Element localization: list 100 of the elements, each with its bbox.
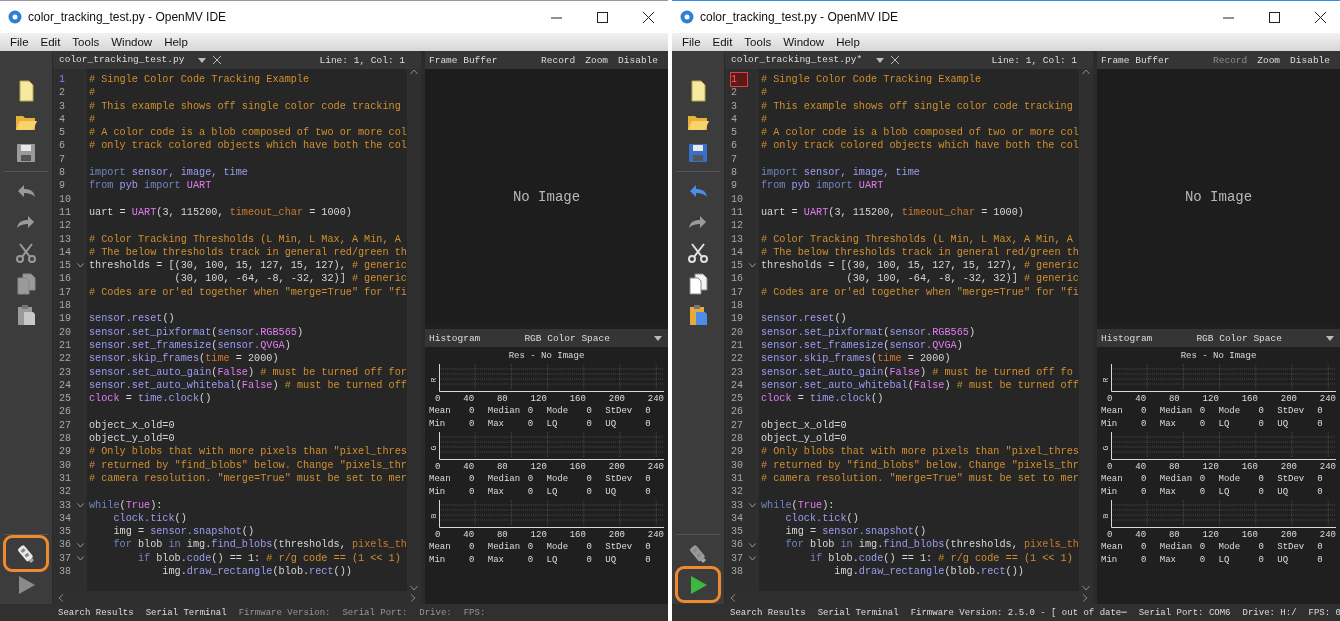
menu-item[interactable]: Edit bbox=[706, 36, 739, 48]
code-line: sensor.set_auto_gain(False) # must be turned off for bbox=[89, 366, 407, 378]
connect-button[interactable] bbox=[6, 538, 46, 569]
scroll-down-icon[interactable] bbox=[410, 585, 418, 591]
close-icon[interactable] bbox=[890, 55, 901, 65]
color-space-select[interactable]: RGB Color Space bbox=[524, 332, 610, 344]
stat-value: 0 bbox=[527, 419, 534, 429]
menu-item[interactable]: Tools bbox=[738, 36, 778, 48]
close-icon[interactable] bbox=[212, 55, 223, 65]
stat-label: Min bbox=[1101, 555, 1119, 565]
dropdown-caret-icon[interactable] bbox=[876, 57, 885, 63]
line-number: 23 bbox=[731, 365, 744, 379]
scroll-down-icon[interactable] bbox=[1082, 585, 1090, 591]
code-line: # Codes are or'ed together when "merge=True" for "fi bbox=[761, 286, 1079, 298]
cursor-position: Line: 1, Col: 1 bbox=[319, 54, 406, 66]
fold-chevron-icon[interactable] bbox=[77, 502, 84, 508]
color-space-select[interactable]: RGB Color Space bbox=[1196, 332, 1282, 344]
line-number: 14 bbox=[731, 245, 744, 260]
stat-label: Max bbox=[1159, 555, 1177, 565]
menu-item[interactable]: Window bbox=[777, 36, 831, 48]
line-number: 17 bbox=[59, 285, 72, 300]
header-action[interactable]: Zoom bbox=[585, 54, 609, 66]
stat-value: 0 bbox=[645, 406, 651, 416]
panel-title: Frame Buffer bbox=[1100, 54, 1170, 66]
header-action[interactable]: Zoom bbox=[1257, 54, 1281, 66]
dropdown-caret-icon[interactable] bbox=[198, 57, 207, 63]
axis-tick-label: 120 bbox=[1202, 461, 1219, 474]
axis-tick-label: 80 bbox=[1168, 529, 1180, 542]
stat-value: 0 bbox=[586, 555, 592, 565]
code-line: img = sensor.snapshot() bbox=[112, 526, 255, 538]
status-item[interactable]: Serial Terminal bbox=[145, 607, 227, 618]
line-number: 13 bbox=[731, 232, 744, 246]
code-line: from pyb import UART bbox=[89, 180, 212, 192]
stat-value: 0 bbox=[1317, 419, 1323, 429]
dropdown-caret-icon[interactable] bbox=[1326, 335, 1334, 341]
scroll-right-icon[interactable] bbox=[409, 593, 417, 602]
menu-item[interactable]: Help bbox=[158, 36, 194, 48]
line-number: 7 bbox=[731, 152, 738, 167]
header-action[interactable]: Record bbox=[541, 54, 576, 66]
code-line: # Single Color Code Tracking Example bbox=[761, 74, 982, 85]
code-line: # A color code is a blob composed of two or more col bbox=[89, 127, 407, 139]
run-button[interactable] bbox=[678, 569, 718, 600]
file-tab[interactable]: color_tracking_test.py* bbox=[731, 54, 863, 66]
code-line: thresholds = [(30, 100, 15, 127, 15, 127), # generic bbox=[761, 260, 1079, 272]
line-number: 23 bbox=[59, 365, 72, 379]
header-action[interactable]: Disable bbox=[618, 54, 658, 66]
stat-value: 0 bbox=[1199, 555, 1206, 565]
stat-label: Min bbox=[1101, 487, 1119, 497]
scroll-left-icon[interactable] bbox=[57, 593, 65, 602]
scroll-right-icon[interactable] bbox=[1081, 593, 1089, 602]
code-line: # The below thresholds track in general red/green th bbox=[89, 246, 407, 258]
fold-chevron-icon[interactable] bbox=[749, 555, 756, 561]
close-icon bbox=[1314, 11, 1326, 23]
line-number: 11 bbox=[731, 205, 744, 220]
horizontal-scrollbar[interactable] bbox=[725, 591, 1093, 604]
axis-tick-label: 120 bbox=[1202, 393, 1219, 406]
axis-tick-label: 200 bbox=[1280, 393, 1297, 406]
status-item[interactable]: Serial Terminal bbox=[817, 607, 899, 618]
fold-chevron-icon[interactable] bbox=[77, 555, 84, 561]
fold-chevron-icon[interactable] bbox=[77, 542, 84, 548]
axis-tick-label: 240 bbox=[1319, 529, 1336, 542]
fold-chevron-icon[interactable] bbox=[77, 263, 84, 269]
stat-label: LQ bbox=[546, 555, 559, 565]
stat-value: 0 bbox=[586, 419, 592, 429]
stat-value: 0 bbox=[1317, 474, 1323, 484]
menu-item[interactable]: Window bbox=[105, 36, 159, 48]
line-number: 27 bbox=[731, 418, 744, 432]
stat-value: 0 bbox=[469, 487, 475, 497]
status-item[interactable]: Search Results bbox=[58, 607, 134, 618]
code-line: object_x_old=0 bbox=[761, 419, 847, 431]
code-line: # bbox=[761, 113, 768, 125]
menu-item[interactable]: File bbox=[676, 36, 707, 48]
line-number: 30 bbox=[59, 458, 72, 472]
no-image-message: No Image bbox=[512, 189, 581, 205]
scroll-up-icon[interactable] bbox=[1082, 69, 1090, 75]
status-item[interactable]: Search Results bbox=[730, 607, 806, 618]
fold-chevron-icon[interactable] bbox=[749, 502, 756, 508]
stat-label: LQ bbox=[546, 487, 559, 497]
vertical-scrollbar[interactable] bbox=[407, 69, 421, 591]
fold-chevron-icon[interactable] bbox=[749, 542, 756, 548]
fold-chevron-icon[interactable] bbox=[749, 263, 756, 269]
line-number: 4 bbox=[59, 112, 66, 127]
scroll-left-icon[interactable] bbox=[729, 593, 737, 602]
menu-item[interactable]: Help bbox=[830, 36, 866, 48]
horizontal-scrollbar[interactable] bbox=[53, 591, 421, 604]
vertical-scrollbar[interactable] bbox=[1079, 69, 1093, 591]
scroll-up-icon[interactable] bbox=[410, 69, 418, 75]
line-number: 31 bbox=[59, 471, 72, 486]
line-number: 36 bbox=[59, 538, 72, 552]
menu-item[interactable]: Tools bbox=[66, 36, 106, 48]
menu-item[interactable]: File bbox=[4, 36, 35, 48]
stat-value: 0 bbox=[469, 542, 475, 552]
axis-tick-label: 240 bbox=[1319, 461, 1336, 474]
line-number: 33 bbox=[731, 498, 744, 512]
dropdown-caret-icon[interactable] bbox=[654, 335, 662, 341]
axis-tick-label: 120 bbox=[530, 529, 547, 542]
menu-item[interactable]: Edit bbox=[34, 36, 67, 48]
file-tab[interactable]: color_tracking_test.py bbox=[59, 54, 185, 66]
header-action[interactable]: Disable bbox=[1290, 54, 1330, 66]
line-number: 13 bbox=[59, 232, 72, 246]
